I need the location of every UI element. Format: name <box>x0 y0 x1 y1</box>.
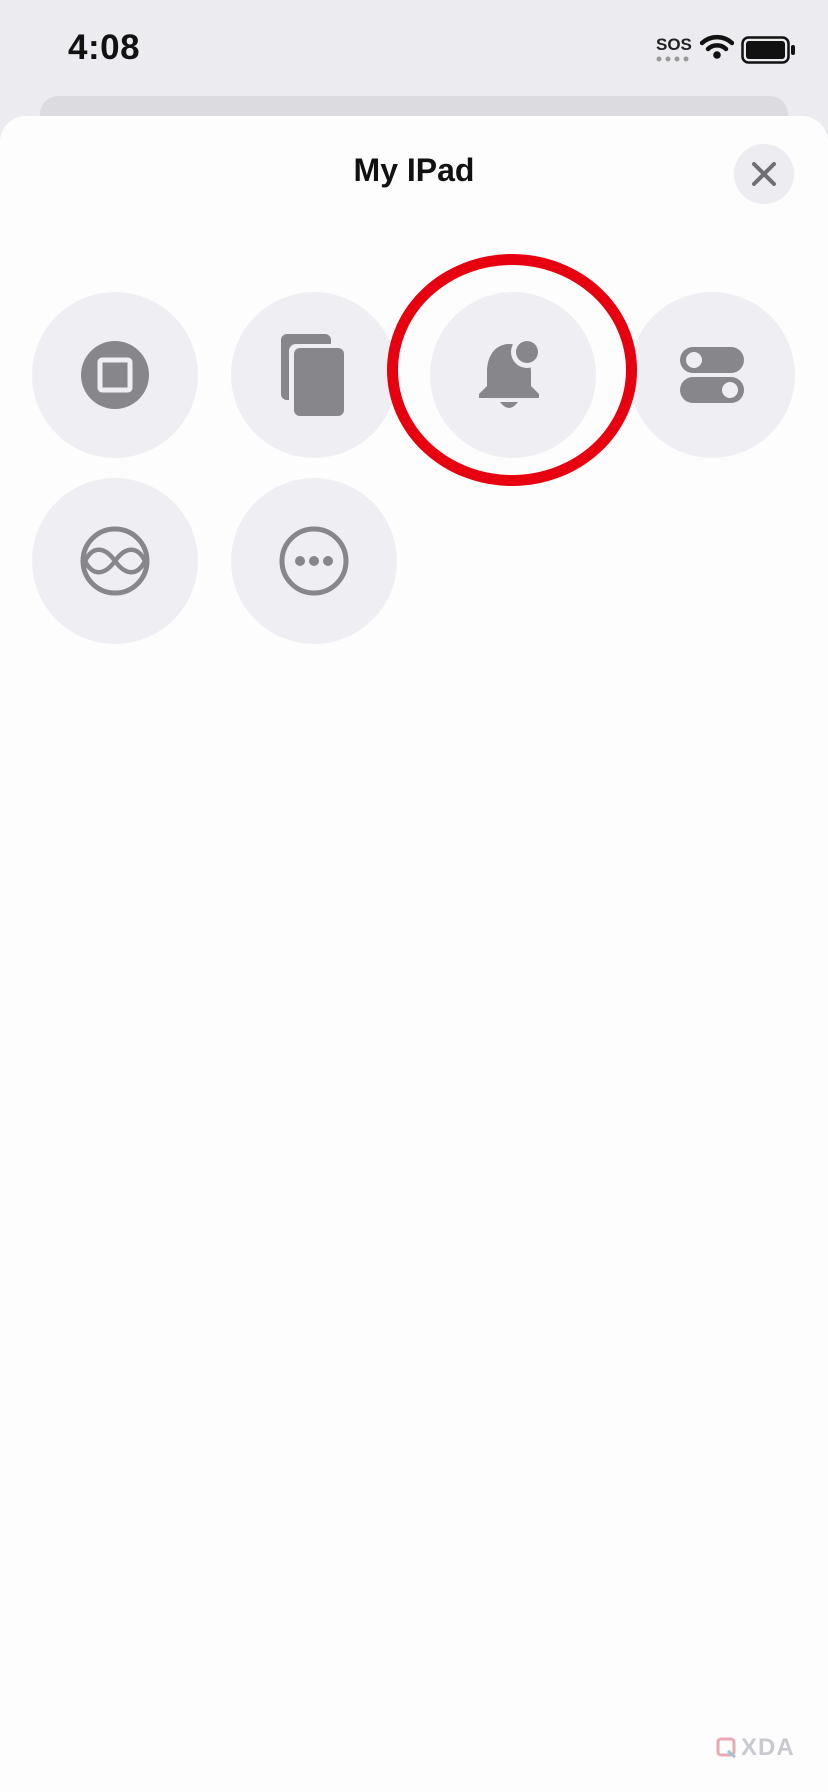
more-icon <box>279 526 349 596</box>
battery-icon <box>741 36 795 64</box>
sheet-title: My IPad <box>353 152 475 188</box>
toggle-switches-icon <box>680 347 744 403</box>
stop-button[interactable] <box>32 292 198 458</box>
cellular-dots-icon <box>656 56 689 62</box>
device-sheet: My IPad <box>0 116 828 1792</box>
close-icon <box>752 162 776 186</box>
xda-logo-icon <box>716 1737 736 1759</box>
status-bar: 4:08 SOS <box>0 0 828 100</box>
status-time: 4:08 <box>68 28 141 67</box>
watermark-text: XDA <box>741 1734 795 1761</box>
infinity-button[interactable] <box>32 478 198 644</box>
sos-indicator: SOS <box>656 36 692 62</box>
watermark: XDA <box>716 1734 795 1762</box>
infinity-sphere-icon <box>80 526 150 596</box>
notification-button[interactable] <box>430 292 596 458</box>
notification-bell-icon <box>479 336 543 408</box>
toggles-button[interactable] <box>629 292 795 458</box>
close-button[interactable] <box>734 144 794 204</box>
copy-button[interactable] <box>231 292 397 458</box>
sos-label: SOS <box>656 35 692 54</box>
wifi-icon <box>700 34 734 59</box>
stop-icon <box>81 341 149 409</box>
more-button[interactable] <box>231 478 397 644</box>
copy-icon <box>281 334 349 418</box>
